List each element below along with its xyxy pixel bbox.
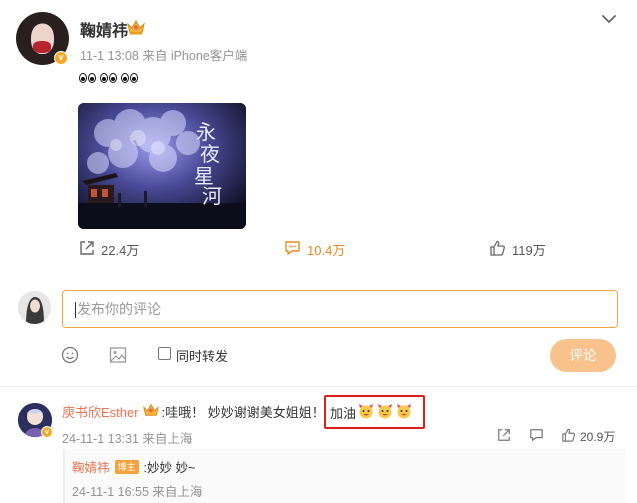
comment-button[interactable]: 10.4万 xyxy=(284,240,345,259)
current-user-avatar xyxy=(18,291,51,324)
repost-button[interactable]: 22.4万 xyxy=(79,240,139,259)
comment-like-count: 20.9万 xyxy=(580,430,616,444)
post-text xyxy=(79,73,138,83)
highlight-box xyxy=(324,395,425,429)
eyes-emoji xyxy=(100,73,117,83)
svg-text:永: 永 xyxy=(196,120,216,144)
comment-time: 24-11-1 13:31 xyxy=(62,432,139,446)
reply-author-name[interactable]: 鞠婧祎 xyxy=(72,457,110,476)
repost-icon xyxy=(79,240,95,259)
chevron-down-icon[interactable] xyxy=(601,12,617,30)
author-name[interactable]: 鞠婧祎 xyxy=(80,17,128,41)
like-button[interactable]: 119万 xyxy=(489,240,546,259)
reply-time: 24-11-1 16:55 xyxy=(72,485,149,499)
svg-text:河: 河 xyxy=(202,184,222,208)
comment-input[interactable]: 发布你的评论 xyxy=(62,290,618,328)
comment-reply-button[interactable] xyxy=(529,428,544,445)
verified-v-icon: v xyxy=(54,51,68,65)
comment-location: 来自上海 xyxy=(142,432,193,446)
repost-icon xyxy=(497,428,511,445)
comment-repost-button[interactable] xyxy=(497,428,511,445)
comment-icon xyxy=(284,240,301,259)
post-time: 11-1 13:08 xyxy=(80,49,139,63)
like-count: 119万 xyxy=(512,243,546,258)
repost-checkbox-label[interactable]: 同时转发 xyxy=(176,346,228,365)
reply-location: 来自上海 xyxy=(152,485,203,499)
crown-icon xyxy=(126,18,146,41)
emoji-icon[interactable] xyxy=(61,346,79,369)
crown-icon xyxy=(142,402,160,421)
comment-meta: 24-11-1 13:31 来自上海 xyxy=(62,428,192,447)
reply-indent-bar xyxy=(63,449,65,503)
thumbs-up-icon xyxy=(561,428,576,445)
repost-count: 22.4万 xyxy=(101,243,140,258)
post-source: 来自 iPhone客户端 xyxy=(142,49,248,63)
eyes-emoji xyxy=(121,73,138,83)
svg-text:夜: 夜 xyxy=(200,142,220,166)
comment-text: :哇哦！ 妙妙谢谢美女姐姐！ xyxy=(161,405,325,420)
comment-like-button[interactable]: 20.9万 xyxy=(561,428,615,445)
submit-comment-button[interactable]: 评论 xyxy=(550,339,616,372)
verified-v-icon: v xyxy=(41,426,53,438)
comment-icon xyxy=(529,428,544,445)
reply-line: 鞠婧祎 博主 :妙妙 妙~ xyxy=(72,457,195,476)
author-badge: 博主 xyxy=(114,459,139,474)
image-icon[interactable] xyxy=(109,346,127,369)
comment-input-placeholder: 发布你的评论 xyxy=(77,301,161,317)
thumbs-up-icon xyxy=(489,240,506,259)
divider xyxy=(0,386,637,387)
post-image[interactable]: 永 夜 星 河 xyxy=(78,103,246,229)
commenter-name[interactable]: 庾书欣Esther xyxy=(62,402,139,421)
eyes-emoji xyxy=(79,73,96,83)
comment-line: 庾书欣Esther :哇哦！ 妙妙谢谢美女姐姐！ xyxy=(62,402,325,421)
repost-checkbox[interactable] xyxy=(158,347,171,360)
post-meta: 11-1 13:08 来自 iPhone客户端 xyxy=(80,45,247,64)
comment-count: 10.4万 xyxy=(307,243,346,258)
reply-meta: 24-11-1 16:55 来自上海 xyxy=(72,481,202,500)
reply-text: :妙妙 妙~ xyxy=(143,461,196,475)
